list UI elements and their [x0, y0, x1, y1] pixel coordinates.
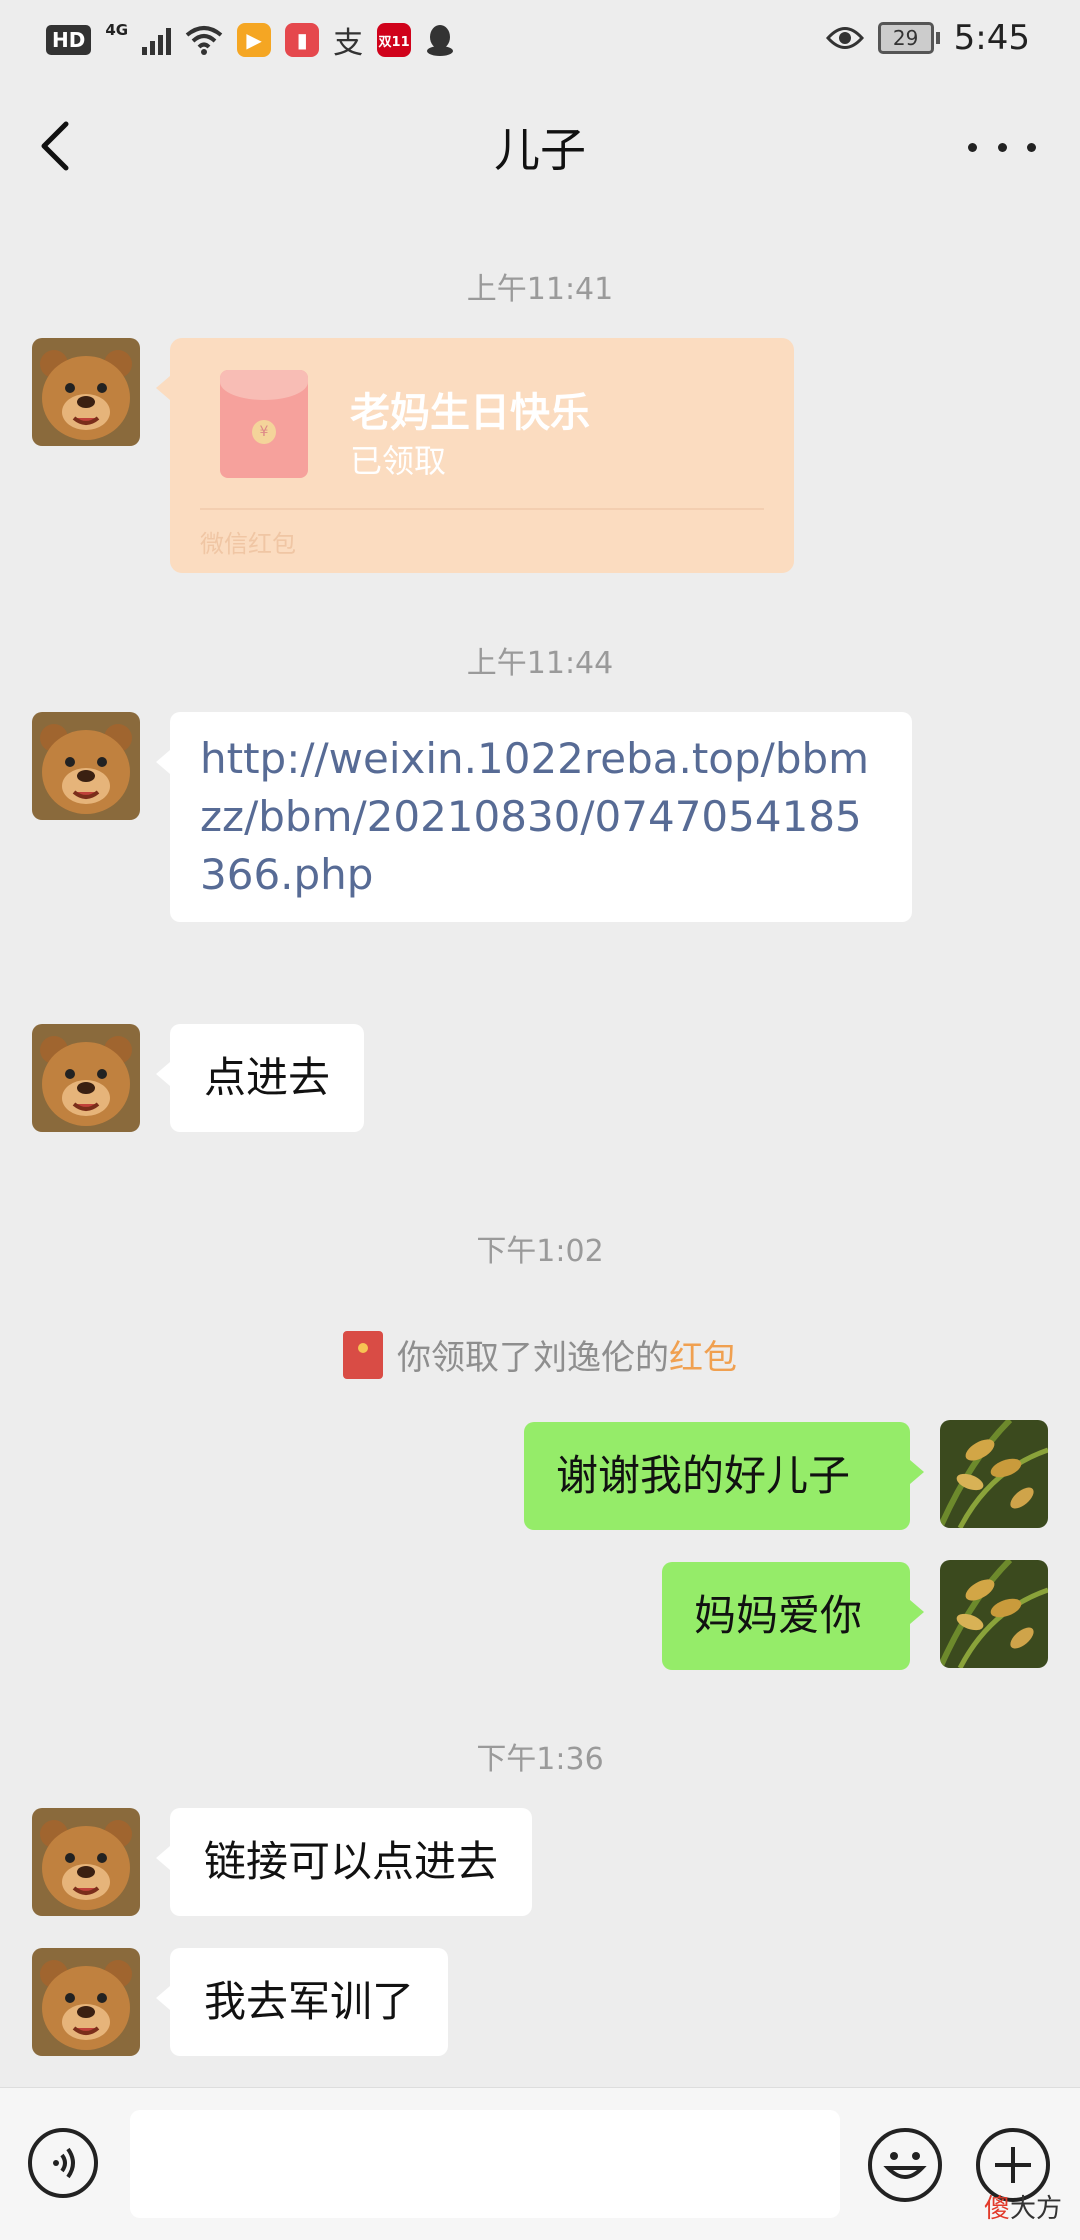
input-bar: 傻大方	[0, 2087, 1080, 2240]
my-text-message[interactable]: 妈妈爱你	[662, 1562, 924, 1670]
system-notice: 你领取了刘逸伦的红包	[0, 1330, 1080, 1379]
watermark-char: 傻	[983, 2194, 1010, 2224]
video-app-icon: ▶	[237, 23, 272, 57]
timestamp: 上午11:41	[466, 272, 614, 307]
emoji-icon[interactable]	[868, 2128, 942, 2202]
message-input[interactable]	[130, 2110, 840, 2218]
status-right: 29 5:45	[825, 18, 1030, 58]
book-app-icon: ▮	[285, 23, 320, 57]
red-packet-status: 已领取	[350, 442, 447, 480]
wechat-chat-screen: HD 4G ▶ ▮ 支 双11 29 5:45 儿子 上午11:41 ¥ 老妈生…	[0, 0, 1080, 2240]
red-envelope-icon: ¥	[220, 370, 308, 478]
wifi-icon	[185, 26, 223, 55]
contact-avatar[interactable]	[32, 1024, 140, 1132]
battery-level: 29	[877, 22, 934, 54]
alipay-icon: 支	[333, 26, 364, 61]
watermark-text: 大方	[1009, 2194, 1062, 2224]
my-avatar[interactable]	[940, 1560, 1048, 1668]
red-packet-message[interactable]: ¥ 老妈生日快乐 已领取 微信红包	[156, 338, 794, 573]
timestamp: 上午11:44	[466, 646, 614, 681]
signal-icon	[142, 25, 172, 55]
red-packet-link[interactable]: 红包	[669, 1338, 737, 1378]
network-type: 4G	[105, 21, 129, 39]
red-packet-divider	[200, 508, 764, 510]
system-notice-text: 你领取了刘逸伦的	[397, 1338, 669, 1378]
red-packet-footer: 微信红包	[200, 530, 296, 558]
eye-comfort-icon	[825, 27, 864, 49]
status-bar: HD 4G ▶ ▮ 支 双11 29 5:45	[0, 0, 1080, 80]
text-message[interactable]: 点进去	[155, 1024, 365, 1132]
status-left: HD 4G ▶ ▮ 支 双11	[46, 18, 455, 62]
chat-title: 儿子	[494, 123, 586, 177]
contact-avatar[interactable]	[32, 1948, 140, 2056]
timestamp: 下午1:36	[476, 1742, 604, 1777]
text-message[interactable]: 我去军训了	[155, 1948, 449, 2056]
red-packet-icon	[343, 1330, 383, 1379]
hd-badge: HD	[46, 25, 92, 55]
nav-bar: 儿子	[0, 80, 1080, 212]
watermark: 傻大方	[984, 2188, 1062, 2225]
contact-avatar[interactable]	[32, 1808, 140, 1916]
link-message[interactable]: http://weixin.1022reba.top/bbmzz/bbm/202…	[156, 712, 912, 922]
battery-icon: 29	[877, 22, 940, 54]
text-message[interactable]: 链接可以点进去	[155, 1808, 533, 1916]
more-options-icon[interactable]	[968, 132, 1036, 162]
double11-icon: 双11	[377, 23, 412, 57]
voice-icon[interactable]	[28, 2128, 98, 2198]
my-avatar[interactable]	[940, 1420, 1048, 1528]
contact-avatar[interactable]	[32, 712, 140, 820]
red-packet-title: 老妈生日快乐	[350, 390, 590, 436]
contact-avatar[interactable]	[32, 338, 140, 446]
chat-message-list[interactable]: 上午11:41 ¥ 老妈生日快乐 已领取 微信红包 上午11:44 http:/…	[0, 212, 1080, 2087]
status-time: 5:45	[953, 18, 1030, 58]
my-text-message[interactable]: 谢谢我的好儿子	[524, 1422, 924, 1530]
timestamp: 下午1:02	[476, 1234, 604, 1269]
qq-icon	[427, 25, 454, 56]
